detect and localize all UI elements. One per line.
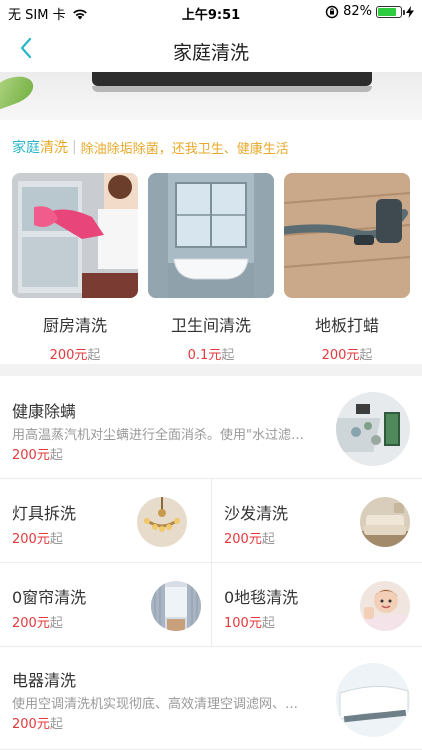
banner-device-base <box>92 86 372 92</box>
price-suffix: 起 <box>221 348 235 363</box>
mite-removal-thumbnail <box>336 392 410 466</box>
leaf-decoration <box>0 72 38 111</box>
price-suffix: 起 <box>49 717 63 732</box>
battery-icon <box>376 5 405 18</box>
price-value: 200元 <box>321 348 360 363</box>
category-kitchen[interactable]: 厨房清洗 200元起 <box>12 173 138 363</box>
service-desc: 用高温蒸汽机对尘螨进行全面消杀。使用"水过滤… <box>12 428 304 443</box>
price-suffix: 起 <box>359 348 373 363</box>
carpet-thumbnail <box>360 581 410 631</box>
price-value: 200元 <box>224 532 262 547</box>
category-price: 0.1元起 <box>148 344 274 363</box>
service-list: 健康除螨 用高温蒸汽机对尘螨进行全面消杀。使用"水过滤… 200元起 灯具拆洗 … <box>0 376 422 750</box>
service-price: 200元起 <box>12 528 63 547</box>
status-bar: 无 SIM 卡 上午9:51 82% <box>0 0 422 24</box>
floor-image <box>284 173 410 298</box>
price-suffix: 起 <box>49 448 63 463</box>
battery-level <box>378 7 397 16</box>
price-suffix: 起 <box>49 532 63 547</box>
service-price: 100元起 <box>224 612 275 631</box>
price-suffix: 起 <box>87 348 101 363</box>
section-subtitle: 除油除垢除菌，还我卫生、健康生活 <box>80 141 289 157</box>
service-lamp-cleaning[interactable]: 灯具拆洗 200元起 <box>0 479 211 562</box>
section-divider: | <box>72 139 77 155</box>
category-name: 厨房清洗 <box>42 316 107 335</box>
sofa-thumbnail <box>360 497 410 547</box>
kitchen-image <box>12 173 138 298</box>
service-sofa-cleaning[interactable]: 沙发清洗 200元起 <box>211 479 422 562</box>
category-price: 200元起 <box>12 344 138 363</box>
battery-percent: 82% <box>343 4 372 19</box>
lamp-thumbnail <box>137 497 187 547</box>
service-title: 健康除螨 <box>12 402 77 421</box>
section-header: 家庭 清洗 | 除油除垢除菌，还我卫生、健康生活 <box>12 137 289 157</box>
service-title: 0地毯清洗 <box>224 588 299 607</box>
price-value: 0.1元 <box>187 348 222 363</box>
service-price: 200元起 <box>12 713 63 732</box>
price-suffix: 起 <box>261 616 275 631</box>
service-mite-removal[interactable]: 健康除螨 用高温蒸汽机对尘螨进行全面消杀。使用"水过滤… 200元起 <box>0 376 422 479</box>
section-title-part2: 清洗 <box>40 140 68 156</box>
category-price: 200元起 <box>284 344 410 363</box>
service-title: 电器清洗 <box>12 671 77 690</box>
appliance-thumbnail <box>336 663 410 737</box>
banner-image[interactable] <box>0 72 422 120</box>
service-title: 沙发清洗 <box>224 504 289 523</box>
category-name: 地板打蜡 <box>314 316 379 335</box>
price-value: 100元 <box>224 616 262 631</box>
service-appliance-cleaning[interactable]: 电器清洗 使用空调清洗机实现彻底、高效清理空调滤网、… 200元起 <box>0 647 422 750</box>
category-name: 卫生间清洗 <box>170 316 251 335</box>
home-cleaning-section: 家庭 清洗 | 除油除垢除菌，还我卫生、健康生活 厨房清洗 200元起 卫生间清… <box>0 120 422 364</box>
service-price: 200元起 <box>12 444 63 463</box>
bathroom-image <box>148 173 274 298</box>
curtain-thumbnail <box>151 581 201 631</box>
service-price: 200元起 <box>224 528 275 547</box>
price-value: 200元 <box>12 448 50 463</box>
price-value: 200元 <box>12 616 50 631</box>
service-carpet-cleaning[interactable]: 0地毯清洗 100元起 <box>211 563 422 646</box>
category-bathroom[interactable]: 卫生间清洗 0.1元起 <box>148 173 274 363</box>
service-row: 灯具拆洗 200元起 沙发清洗 200元起 <box>0 479 422 563</box>
service-row: 0窗帘清洗 200元起 0地毯清洗 100元起 <box>0 563 422 647</box>
service-price: 200元起 <box>12 612 63 631</box>
price-value: 200元 <box>12 532 50 547</box>
category-floor-waxing[interactable]: 地板打蜡 200元起 <box>284 173 410 363</box>
nav-bar: 家庭清洗 <box>0 24 422 72</box>
page-title: 家庭清洗 <box>172 42 249 64</box>
price-suffix: 起 <box>49 616 63 631</box>
section-title-part1: 家庭 <box>12 140 40 156</box>
service-title: 0窗帘清洗 <box>12 588 87 607</box>
status-right: 82% <box>325 4 414 19</box>
charging-icon <box>406 5 414 18</box>
banner-device <box>92 72 372 86</box>
price-value: 200元 <box>49 348 88 363</box>
orientation-lock-icon <box>325 5 339 18</box>
service-title: 灯具拆洗 <box>12 504 77 523</box>
service-desc: 使用空调清洗机实现彻底、高效清理空调滤网、… <box>12 697 299 712</box>
service-curtain-cleaning[interactable]: 0窗帘清洗 200元起 <box>0 563 211 646</box>
price-suffix: 起 <box>261 532 275 547</box>
price-value: 200元 <box>12 717 50 732</box>
